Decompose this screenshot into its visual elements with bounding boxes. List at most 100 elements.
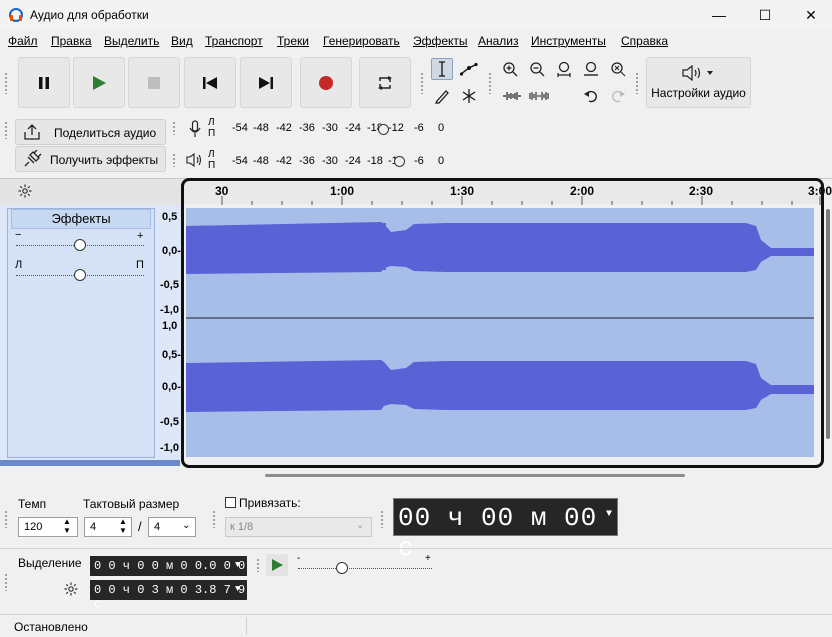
- play-meter-left-label: Л: [208, 149, 215, 160]
- play-speed-thumb[interactable]: [336, 562, 348, 574]
- record-button[interactable]: [300, 57, 352, 108]
- tempo-input[interactable]: 120 ▲ ▼: [18, 517, 78, 537]
- tempo-up-icon[interactable]: ▲: [63, 517, 71, 526]
- multi-tool-button[interactable]: [458, 85, 480, 107]
- snap-select[interactable]: к 1/8 ⌄: [225, 517, 372, 537]
- selection-tool-icon: [439, 61, 445, 77]
- play-scale-tick: -24: [345, 155, 361, 167]
- zoom-toggle-button[interactable]: [607, 58, 629, 80]
- redo-button[interactable]: [607, 85, 629, 107]
- silence-audio-button[interactable]: [526, 85, 552, 107]
- menu-select[interactable]: Выделить: [104, 34, 159, 48]
- numerator-value: 4: [90, 521, 97, 533]
- fit-selection-button[interactable]: [553, 58, 575, 80]
- play-meter-scale[interactable]: -54 -48 -42 -36 -30 -24 -18 -12 -6 0: [220, 155, 444, 167]
- share-grip[interactable]: [4, 121, 9, 139]
- time-signature-denominator[interactable]: 4 ⌄: [148, 517, 196, 537]
- undo-icon: [584, 90, 597, 103]
- menu-transport[interactable]: Транспорт: [205, 34, 263, 48]
- record-volume-thumb[interactable]: [378, 124, 389, 135]
- play-scale-tick: -36: [299, 155, 315, 167]
- loop-button[interactable]: [359, 57, 411, 108]
- undo-button[interactable]: [580, 85, 602, 107]
- stop-button[interactable]: [128, 57, 180, 108]
- menu-tracks[interactable]: Треки: [277, 34, 309, 48]
- play-at-speed-grip[interactable]: [256, 558, 261, 572]
- gear-icon: [18, 184, 32, 198]
- play-volume-thumb[interactable]: [394, 156, 405, 167]
- time-signature-numerator[interactable]: 4 ▲ ▼: [84, 517, 132, 537]
- menu-tools[interactable]: Инструменты: [531, 34, 606, 48]
- trim-audio-button[interactable]: [499, 85, 525, 107]
- menu-generate[interactable]: Генерировать: [323, 34, 400, 48]
- numerator-up-icon[interactable]: ▲: [119, 517, 127, 526]
- audacity-app-icon: [9, 8, 23, 22]
- stop-icon: [148, 76, 160, 89]
- selection-start-time[interactable]: 0 0 ч 0 0 м 0 0.0 0 0 с ▼: [90, 556, 247, 587]
- selection-tool-button[interactable]: [431, 58, 453, 80]
- horizontal-scrollbar[interactable]: [265, 474, 685, 477]
- numerator-down-icon[interactable]: ▼: [119, 526, 127, 535]
- scale-label: -0,5: [160, 279, 179, 291]
- loop-icon: [378, 75, 392, 90]
- pause-button[interactable]: [18, 57, 70, 108]
- tempo-label: Темп: [18, 497, 47, 511]
- skip-to-end-button[interactable]: [240, 57, 292, 108]
- snap-grip[interactable]: [212, 510, 217, 528]
- play-button[interactable]: [73, 57, 125, 108]
- track-effects-button[interactable]: Эффекты: [11, 209, 151, 229]
- minimize-button[interactable]: —: [696, 0, 742, 30]
- pan-slider-thumb[interactable]: [74, 269, 86, 281]
- scale-label: 1,0: [162, 320, 178, 332]
- menu-help[interactable]: Справка: [621, 34, 668, 48]
- zoom-out-button[interactable]: [526, 58, 548, 80]
- selection-options-button[interactable]: [60, 578, 82, 600]
- audio-setup-grip[interactable]: [635, 72, 640, 94]
- toolbar-grip[interactable]: [4, 72, 9, 94]
- selection-grip[interactable]: [4, 573, 9, 591]
- tempo-down-icon[interactable]: ▼: [63, 526, 71, 535]
- menu-edit[interactable]: Правка: [51, 34, 92, 48]
- fit-project-button[interactable]: [580, 58, 602, 80]
- tools-grip[interactable]: [420, 72, 425, 94]
- play-meter-grip[interactable]: [172, 153, 177, 167]
- draw-tool-button[interactable]: [431, 85, 453, 107]
- maximize-button[interactable]: ☐: [742, 0, 788, 30]
- skip-end-icon: [259, 76, 273, 89]
- record-meter-grip[interactable]: [172, 121, 177, 135]
- audio-settings-button[interactable]: Настройки аудио: [646, 57, 751, 108]
- play-meter-button[interactable]: [184, 149, 206, 171]
- redo-icon: [612, 90, 625, 103]
- time-display[interactable]: 00 ч 00 м 00 с ▼: [393, 498, 618, 563]
- record-meter-left-label: Л: [208, 117, 215, 128]
- record-meter-scale[interactable]: -54 -48 -42 -36 -30 -24 -18 -12 -6 0: [220, 122, 444, 134]
- selection-end-time[interactable]: 0 0 ч 0 3 м 0 3.8 7 9 с ▼: [90, 580, 247, 611]
- envelope-tool-button[interactable]: [458, 58, 480, 80]
- close-button[interactable]: ✕: [788, 0, 832, 30]
- play-at-speed-button[interactable]: [266, 554, 288, 576]
- play-speed-slider[interactable]: [298, 568, 432, 569]
- menu-analyze[interactable]: Анализ: [478, 34, 519, 48]
- vertical-scrollbar[interactable]: [826, 209, 830, 439]
- share-audio-button[interactable]: Поделиться аудио: [15, 119, 166, 145]
- gain-slider-thumb[interactable]: [74, 239, 86, 251]
- selection-label: Выделение: [18, 556, 82, 570]
- skip-to-start-button[interactable]: [184, 57, 236, 108]
- zoom-in-button[interactable]: [499, 58, 521, 80]
- menu-effects[interactable]: Эффекты: [413, 34, 468, 48]
- pan-right-label: П: [136, 259, 144, 271]
- edit-grip[interactable]: [488, 72, 493, 94]
- get-effects-button[interactable]: Получить эффекты: [15, 146, 166, 172]
- timesig-grip[interactable]: [4, 510, 9, 528]
- speed-plus-label: +: [425, 553, 431, 564]
- time-grip[interactable]: [380, 510, 385, 528]
- scale-label: -1,0: [160, 304, 179, 316]
- gear-icon: [64, 582, 78, 596]
- menu-view[interactable]: Вид: [171, 34, 193, 48]
- record-meter-button[interactable]: [184, 118, 206, 140]
- speaker-icon: [186, 153, 202, 167]
- menu-file[interactable]: Файл: [8, 34, 38, 48]
- snap-checkbox[interactable]: [225, 497, 236, 508]
- play-icon: [93, 75, 106, 90]
- timeline-options-button[interactable]: [14, 180, 36, 202]
